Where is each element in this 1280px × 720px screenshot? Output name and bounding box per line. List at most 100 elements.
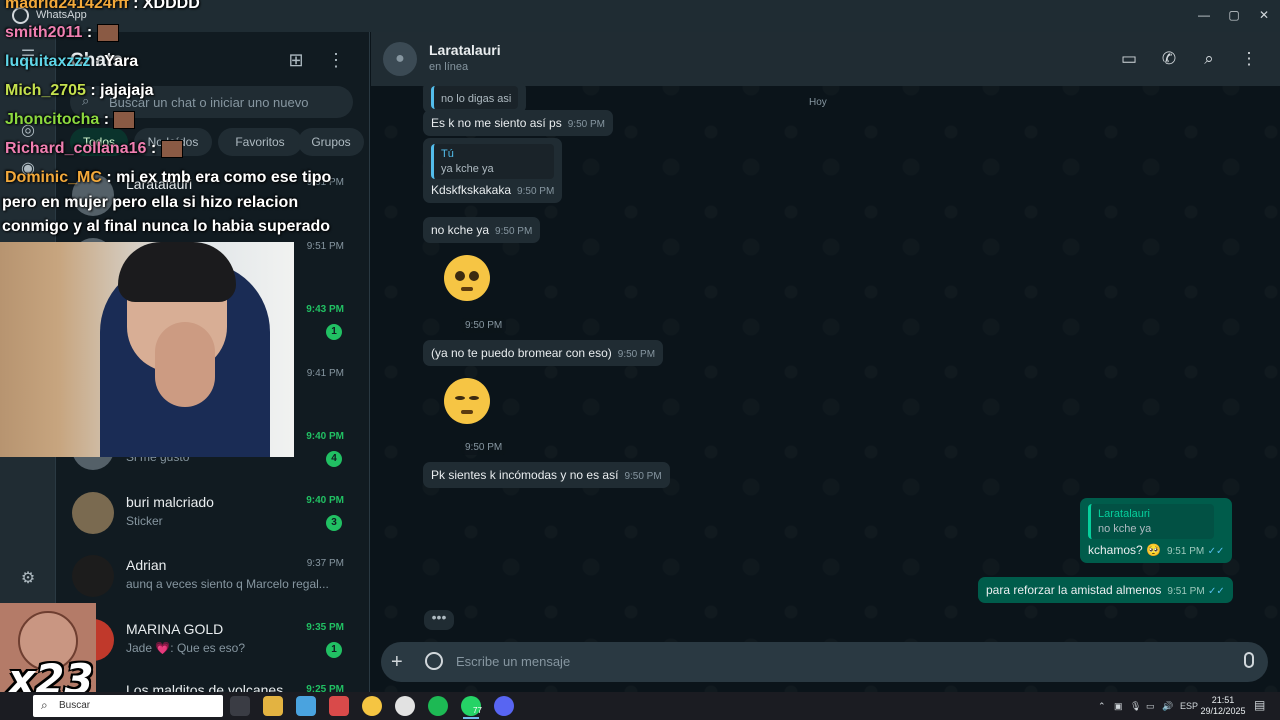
message-time: 9:51 PM bbox=[1166, 546, 1205, 557]
search-icon[interactable]: ⌕ bbox=[1195, 45, 1223, 73]
chat-time: 9:43 PM bbox=[306, 304, 344, 315]
typing-indicator-icon: ••• bbox=[424, 610, 454, 630]
pensive-face-emoji[interactable] bbox=[444, 378, 490, 424]
message-bubble-incoming[interactable]: no kche ya 9:50 PM bbox=[423, 217, 541, 243]
message-time: 9:50 PM bbox=[567, 119, 605, 130]
message-text: kchamos? 🥺 bbox=[1088, 543, 1161, 557]
clock-date: 29/12/2025 bbox=[1200, 706, 1246, 716]
network-icon[interactable]: ▭ bbox=[1146, 701, 1155, 712]
message-bubble-incoming[interactable]: (ya no te puedo bromear con eso) 9:50 PM bbox=[423, 340, 664, 366]
taskbar-clock[interactable]: 21:51 29/12/2025 bbox=[1198, 695, 1248, 717]
quoted-message[interactable]: Laratalauri no kche ya bbox=[1088, 504, 1214, 539]
maximize-button[interactable]: ▢ bbox=[1219, 4, 1249, 26]
language-indicator[interactable]: ESP bbox=[1180, 701, 1198, 711]
video-call-icon[interactable]: ▭ bbox=[1115, 45, 1143, 73]
stream-chat-line: smith2011 : bbox=[5, 24, 119, 42]
message-bubble-outgoing[interactable]: para reforzar la amistad almenos 9:51 PM … bbox=[978, 577, 1233, 603]
message-bubble-incoming[interactable]: Pk sientes k incómodas y no es así 9:50 P… bbox=[423, 462, 670, 488]
contact-status: en línea bbox=[429, 61, 469, 73]
chat-time: 9:40 PM bbox=[306, 495, 344, 506]
stream-chat-line: Jhoncitocha : bbox=[5, 111, 136, 129]
app-icon[interactable] bbox=[296, 696, 316, 716]
read-receipt-icon: ✓✓ bbox=[1207, 546, 1225, 557]
volume-icon[interactable]: 🔊 bbox=[1162, 701, 1173, 712]
attach-icon[interactable]: + bbox=[391, 651, 403, 673]
message-time: 9:50 PM bbox=[617, 349, 656, 360]
stream-chat-line: pero en mujer pero ella si hizo relacion bbox=[2, 194, 299, 211]
chat-time: 9:35 PM bbox=[306, 622, 344, 633]
chat-list-item[interactable]: MARINA GOLD Jade 💗: Que es eso? 9:35 PM … bbox=[56, 611, 370, 674]
avatar bbox=[72, 555, 114, 597]
quoted-message[interactable]: Tú ya kche ya bbox=[431, 144, 555, 179]
message-time: 9:50 PM bbox=[517, 186, 555, 197]
menu-icon[interactable]: ⋮ bbox=[1235, 45, 1263, 73]
message-bubble-incoming[interactable]: no lo digas asi bbox=[423, 82, 527, 113]
chat-preview: Jade 💗: Que es eso? bbox=[126, 641, 246, 655]
message-time: 9:50 PM bbox=[624, 471, 662, 482]
chat-name: buri malcriado bbox=[126, 494, 214, 510]
whatsapp-taskbar-badge: 77 bbox=[473, 706, 482, 715]
microphone-icon[interactable] bbox=[1244, 652, 1254, 668]
emote-icon bbox=[113, 111, 136, 129]
chat-time: 9:51 PM bbox=[306, 241, 344, 252]
tray-chevron-icon[interactable]: ⌃ bbox=[1098, 701, 1106, 712]
app-icon[interactable] bbox=[329, 696, 349, 716]
chat-time: 9:37 PM bbox=[306, 558, 344, 569]
search-icon: ⌕ bbox=[41, 698, 48, 712]
chat-name: MARINA GOLD bbox=[126, 621, 224, 637]
tray-app-icon[interactable]: ▣ bbox=[1114, 701, 1123, 712]
message-text: no kche ya bbox=[431, 223, 490, 237]
app-icon[interactable] bbox=[395, 696, 415, 716]
contact-name[interactable]: Laratalauri bbox=[429, 42, 501, 58]
message-bubble-incoming[interactable]: Tú ya kche ya Kdskfkskakaka 9:50 PM bbox=[423, 138, 563, 203]
stream-chat-line: conmigo y al final nunca lo habia supera… bbox=[2, 218, 331, 235]
chat-time: 9:41 PM bbox=[306, 368, 344, 379]
chat-list-item[interactable]: buri malcriado Sticker 9:40 PM 3 bbox=[56, 484, 370, 547]
stream-chat-line: Mich_2705 : jajajaja bbox=[5, 82, 154, 99]
read-receipt-icon: ✓✓ bbox=[1208, 586, 1225, 597]
pleading-face-emoji[interactable] bbox=[444, 255, 490, 301]
taskbar-search-label: Buscar bbox=[59, 700, 91, 711]
unread-badge: 4 bbox=[326, 451, 342, 467]
voice-call-icon[interactable]: ✆ bbox=[1155, 45, 1183, 73]
windows-taskbar: ⌕ Buscar 77 ⌃ ▣ 🎙 ▭ 🔊 ESP 21:51 29/12/20… bbox=[0, 692, 1280, 720]
message-text: Pk sientes k incómodas y no es así bbox=[431, 468, 619, 482]
chrome-icon[interactable] bbox=[362, 696, 382, 716]
webcam-feed bbox=[0, 242, 294, 457]
message-bubble-incoming[interactable]: Es k no me siento así ps 9:50 PM bbox=[423, 110, 613, 136]
chat-list-item[interactable]: Los malditos de volcanes 9:25 PM bbox=[56, 674, 370, 692]
quoted-author: Tú bbox=[441, 148, 454, 160]
conversation-header: ● Laratalauri en línea ▭ ✆ ⌕ ⋮ bbox=[371, 32, 1280, 86]
message-time: 9:51 PM bbox=[1167, 586, 1205, 597]
task-view-icon[interactable] bbox=[230, 696, 250, 716]
settings-icon[interactable]: ⚙ bbox=[17, 568, 39, 590]
spotify-icon[interactable] bbox=[428, 696, 448, 716]
stream-chat-line: Dominic_MC : mi ex tmb era como ese tipo bbox=[5, 169, 332, 186]
taskbar-search[interactable]: ⌕ Buscar bbox=[33, 695, 223, 717]
contact-avatar[interactable]: ● bbox=[383, 42, 417, 76]
message-bubble-outgoing[interactable]: Laratalauri no kche ya kchamos? 🥺 9:51 PM… bbox=[1080, 498, 1233, 563]
notifications-icon[interactable]: ▤ bbox=[1254, 698, 1265, 712]
stream-chat-line: madrid241424rff : XDDDD bbox=[5, 0, 200, 12]
file-explorer-icon[interactable] bbox=[263, 696, 283, 716]
chat-list-item[interactable]: Adrian aunq a veces siento q Marcelo reg… bbox=[56, 547, 370, 610]
chat-name: Los malditos de volcanes bbox=[126, 682, 284, 692]
message-time: 9:50 PM bbox=[495, 226, 533, 237]
stream-chat-line: luquitaxzzz : Yara bbox=[5, 53, 139, 70]
message-text: para reforzar la amistad almenos bbox=[986, 583, 1162, 597]
message-time: 9:50 PM bbox=[461, 440, 507, 455]
day-separator: Hoy bbox=[809, 97, 827, 108]
message-input[interactable]: Escribe un mensaje bbox=[456, 654, 570, 669]
close-button[interactable]: ✕ bbox=[1249, 4, 1279, 26]
discord-icon[interactable] bbox=[494, 696, 514, 716]
chat-time: 9:25 PM bbox=[306, 684, 344, 692]
emoji-sticker-icon[interactable] bbox=[425, 652, 443, 670]
microphone-icon[interactable]: 🎙 bbox=[1130, 701, 1141, 712]
chat-time: 9:40 PM bbox=[306, 431, 344, 442]
conversation-pane: ● Laratalauri en línea ▭ ✆ ⌕ ⋮ Hoy no lo… bbox=[371, 32, 1280, 692]
minimize-button[interactable]: — bbox=[1189, 4, 1219, 26]
clock-time: 21:51 bbox=[1211, 695, 1235, 705]
app-root: WhatsApp — ▢ ✕ ☰ ◎ ◉ ⚙ Chats ⊞ ⋮ ⌕ Busca… bbox=[0, 0, 1280, 720]
message-composer: + Escribe un mensaje bbox=[381, 642, 1268, 682]
quoted-text: no kche ya bbox=[1098, 523, 1152, 535]
